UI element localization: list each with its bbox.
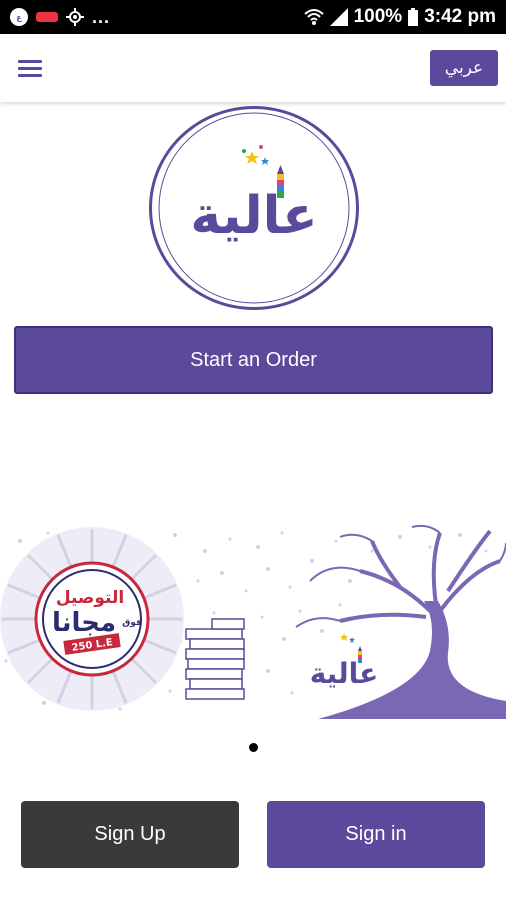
sign-in-button[interactable]: Sign in — [267, 801, 485, 868]
battery-percentage: 100% — [353, 6, 403, 27]
tree-illustration — [295, 524, 506, 719]
app-notification-icon: ع — [10, 8, 28, 26]
notification-pill-icon — [36, 12, 58, 22]
star-icon — [245, 151, 259, 164]
brand-logo: عالية — [149, 106, 359, 310]
signal-icon — [329, 8, 348, 26]
status-bar: ع ... 100% 3:42 pm — [0, 0, 506, 34]
badge-line-2: مجانا — [52, 608, 116, 638]
wifi-icon — [303, 8, 324, 26]
hamburger-menu-icon[interactable] — [16, 56, 44, 80]
promo-banner[interactable]: التوصيل مجانا فوق 250 L.E عالية — [0, 521, 506, 719]
banner-brand-logo: عالية — [310, 633, 379, 690]
free-delivery-badge: التوصيل مجانا فوق 250 L.E — [0, 527, 184, 711]
badge-above: فوق — [122, 618, 142, 628]
start-order-button[interactable]: Start an Order — [14, 326, 493, 394]
book-stack-icon — [185, 618, 245, 700]
star-icon — [261, 157, 269, 165]
badge-line-1: التوصيل — [56, 588, 124, 608]
battery-icon — [408, 8, 419, 26]
more-notifications-indicator: ... — [92, 7, 111, 27]
carousel-page-indicator[interactable] — [249, 743, 258, 752]
settings-notification-icon — [66, 8, 84, 26]
language-toggle-button[interactable]: عربي — [430, 50, 498, 86]
banner-brand-text: عالية — [310, 657, 379, 690]
status-bar-system: 100% 3:42 pm — [303, 6, 496, 28]
status-bar-notifications: ع ... — [10, 8, 110, 26]
clock: 3:42 pm — [424, 6, 496, 27]
brand-logo-text: عالية — [190, 186, 317, 246]
app-header: عربي — [0, 34, 506, 102]
sign-up-button[interactable]: Sign Up — [21, 801, 239, 868]
